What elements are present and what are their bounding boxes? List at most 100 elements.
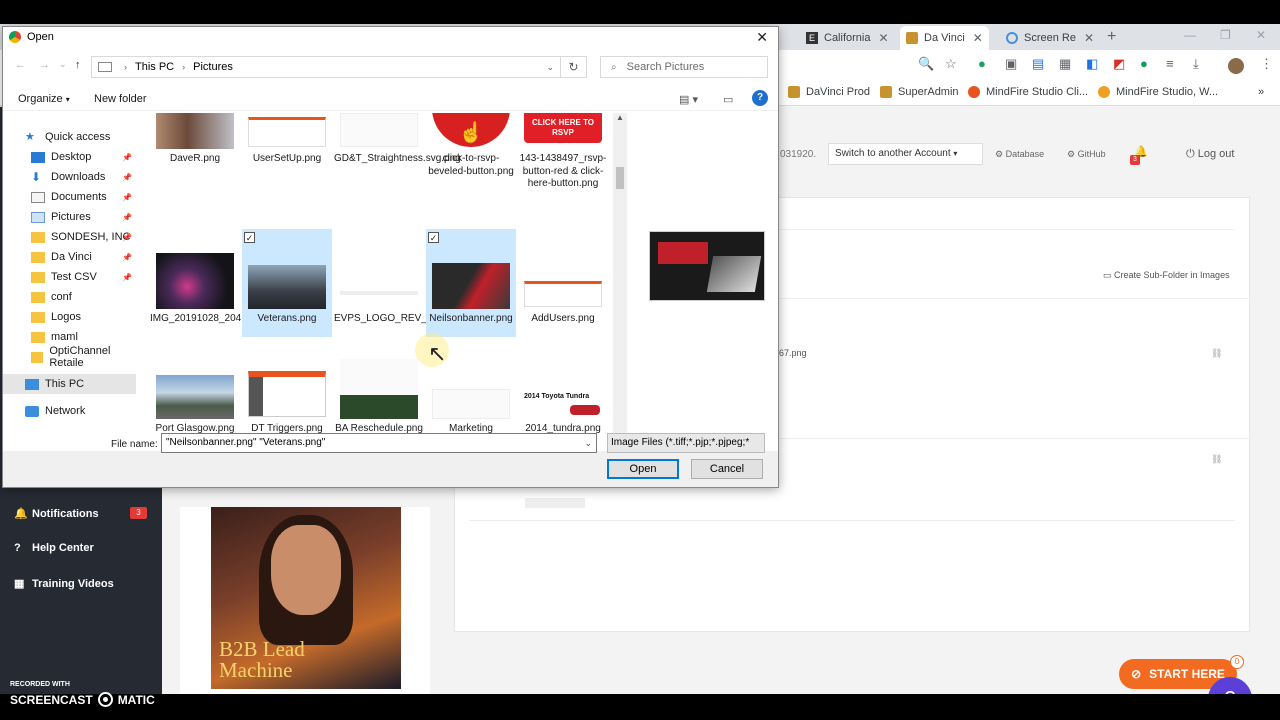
file-tile[interactable]: AddUsers.png bbox=[518, 229, 608, 337]
close-window-icon[interactable]: ✕ bbox=[1256, 28, 1266, 42]
database-link[interactable]: ⚙ Database bbox=[995, 149, 1044, 160]
github-link[interactable]: ⚙ GitHub bbox=[1067, 149, 1106, 160]
tab-screen-recorder[interactable]: Screen Re ✕ bbox=[1000, 26, 1100, 50]
new-tab-button[interactable]: + bbox=[1107, 28, 1116, 46]
file-tile[interactable]: UserSetUp.png bbox=[242, 113, 332, 221]
organize-button[interactable]: Organize ▾ bbox=[18, 93, 70, 105]
grammarly-icon[interactable]: ● bbox=[1140, 56, 1148, 71]
nav-network[interactable]: Network bbox=[3, 401, 136, 421]
bell-icon: 🔔 bbox=[14, 508, 28, 520]
bookmark-star-icon[interactable]: ☆ bbox=[945, 56, 957, 72]
file-tile[interactable]: DaveR.png bbox=[150, 113, 240, 221]
sidebar-item-notifications[interactable]: 🔔 Notifications bbox=[14, 507, 99, 521]
file-name-input[interactable]: "Neilsonbanner.png" "Veterans.png" ⌄ bbox=[161, 433, 597, 453]
chevron-down-icon[interactable]: ⌄ bbox=[584, 434, 592, 452]
pin-icon: 📌 bbox=[122, 252, 132, 262]
start-here-badge: 0 bbox=[1230, 655, 1244, 669]
new-folder-button[interactable]: New folder bbox=[94, 93, 147, 105]
scroll-up-icon[interactable]: ▲ bbox=[616, 113, 624, 122]
forward-icon[interactable]: → bbox=[39, 59, 50, 71]
help-icon[interactable]: ? bbox=[752, 90, 768, 106]
nav-pictures[interactable]: Pictures 📌 bbox=[3, 207, 136, 227]
close-tab-icon[interactable]: ✕ bbox=[1084, 31, 1094, 45]
file-type-value: Image Files (*.tiff;*.pjp;*.pjpeg;* bbox=[611, 437, 750, 448]
menu-icon[interactable]: ⋮ bbox=[1260, 56, 1273, 72]
bookmark-mindfire-w[interactable]: MindFire Studio, W... bbox=[1098, 86, 1218, 98]
breadcrumb-pictures[interactable]: Pictures bbox=[193, 61, 233, 73]
zoom-icon[interactable]: 🔍 bbox=[918, 56, 934, 72]
nav-documents[interactable]: Documents 📌 bbox=[3, 187, 136, 207]
recent-chevron-icon[interactable]: ⌄ bbox=[59, 59, 67, 70]
file-thumbnail[interactable] bbox=[525, 498, 585, 508]
nav-logos[interactable]: Logos bbox=[3, 307, 136, 327]
file-tile-selected[interactable]: ✓ Neilsonbanner.png bbox=[426, 229, 516, 337]
nav-desktop[interactable]: Desktop 📌 bbox=[3, 147, 136, 167]
create-subfolder-link[interactable]: ▭ Create Sub-Folder in Images bbox=[1103, 270, 1230, 281]
nav-label: Pictures bbox=[51, 211, 91, 223]
up-icon[interactable]: ↑ bbox=[75, 59, 81, 71]
more-bookmarks-icon[interactable]: » bbox=[1258, 86, 1264, 98]
checkbox-checked[interactable]: ✓ bbox=[428, 232, 439, 243]
view-icon[interactable]: ▤ ▾ bbox=[679, 93, 698, 106]
extension-icon[interactable]: ◩ bbox=[1113, 56, 1125, 72]
address-bar[interactable]: › This PC › Pictures ⌄ bbox=[91, 56, 561, 78]
logout-link[interactable]: ⏻ Log out bbox=[1186, 148, 1234, 161]
promo-card[interactable]: B2B Lead Machine bbox=[180, 507, 430, 694]
nav-quick-access[interactable]: ★ Quick access bbox=[3, 127, 136, 147]
list-icon[interactable]: ≡ bbox=[1166, 56, 1174, 71]
nav-label: maml bbox=[51, 331, 78, 343]
nav-conf[interactable]: conf bbox=[3, 287, 136, 307]
file-tile[interactable]: EVPS_LOGO_REV_Small.png bbox=[334, 229, 471, 337]
open-button[interactable]: Open bbox=[607, 459, 679, 479]
download-icon[interactable]: ⤓ bbox=[1193, 56, 1199, 72]
sidebar-item-help-center[interactable]: ? Help Center bbox=[14, 542, 94, 554]
cancel-button[interactable]: Cancel bbox=[691, 459, 763, 479]
file-tile-selected[interactable]: ✓ Veterans.png bbox=[242, 229, 332, 337]
restore-icon[interactable]: ❐ bbox=[1220, 28, 1231, 42]
file-name: Veterans.png bbox=[257, 313, 317, 324]
file-tile[interactable]: GD&T_Straightness.svg.png bbox=[334, 113, 461, 221]
search-input[interactable]: ⌕ Search Pictures bbox=[600, 56, 768, 78]
breadcrumb-this-pc[interactable]: This PC bbox=[135, 61, 174, 73]
nav-optichannel[interactable]: OptiChannel Retaile bbox=[3, 345, 136, 369]
close-tab-icon[interactable]: ✕ bbox=[878, 31, 888, 45]
extension-icon[interactable]: ● bbox=[978, 56, 986, 71]
file-tile[interactable]: CLICK HERE TO RSVP 143-1438497_rsvp-butt… bbox=[518, 113, 608, 221]
extension-icon[interactable]: ▣ bbox=[1005, 56, 1017, 72]
file-type-select[interactable]: Image Files (*.tiff;*.pjp;*.pjpeg;* bbox=[607, 433, 765, 453]
preview-pane-icon[interactable]: ▭ bbox=[723, 93, 733, 106]
tundra-thumbnail-text: 2014 Toyota Tundra bbox=[524, 393, 590, 400]
refresh-icon[interactable]: ↻ bbox=[561, 56, 587, 78]
file-list-scrollbar[interactable]: ▲ ▼ bbox=[613, 113, 627, 449]
tab-california[interactable]: E California ✕ bbox=[800, 26, 895, 50]
file-name: click-to-rsvp-beveled-button.png bbox=[428, 153, 514, 177]
link-icon[interactable]: ⛓ bbox=[1211, 348, 1222, 359]
nav-maml[interactable]: maml bbox=[3, 327, 136, 347]
minimize-icon[interactable]: — bbox=[1184, 28, 1196, 42]
nav-davinci[interactable]: Da Vinci 📌 bbox=[3, 247, 136, 267]
link-icon[interactable]: ⛓ bbox=[1211, 454, 1222, 465]
nav-sondesh[interactable]: SONDESH, INC 📌 bbox=[3, 227, 136, 247]
tab-davinci[interactable]: Da Vinci ✕ bbox=[900, 26, 989, 50]
file-tile[interactable]: ☝ click-to-rsvp-beveled-button.png bbox=[426, 113, 516, 221]
checkbox-checked[interactable]: ✓ bbox=[244, 232, 255, 243]
sidebar-item-training-videos[interactable]: ▦ Training Videos bbox=[14, 577, 114, 591]
nav-test-csv[interactable]: Test CSV 📌 bbox=[3, 267, 136, 287]
file-tile[interactable]: IMG_20191028_204120.jpg bbox=[150, 229, 274, 337]
scrollbar-thumb[interactable] bbox=[616, 167, 624, 189]
avatar[interactable] bbox=[1228, 58, 1244, 74]
switch-account-select[interactable]: Switch to another Account ▾ bbox=[828, 143, 983, 165]
close-tab-icon[interactable]: ✕ bbox=[973, 31, 983, 45]
extension-icon[interactable]: ◧ bbox=[1086, 56, 1098, 72]
bookmark-superadmin[interactable]: SuperAdmin bbox=[880, 86, 959, 98]
bookmark-davinci-prod[interactable]: DaVinci Prod bbox=[788, 86, 870, 98]
chevron-down-icon[interactable]: ⌄ bbox=[546, 62, 554, 73]
back-icon[interactable]: ← bbox=[15, 59, 26, 71]
dialog-close-icon[interactable]: ✕ bbox=[756, 29, 768, 46]
nav-this-pc[interactable]: This PC bbox=[3, 374, 136, 394]
screencast-logo-icon bbox=[97, 692, 113, 707]
bookmark-mindfire-cli[interactable]: MindFire Studio Cli... bbox=[968, 86, 1088, 98]
nav-downloads[interactable]: ⬇ Downloads 📌 bbox=[3, 167, 136, 187]
extension-icon[interactable]: ▦ bbox=[1059, 56, 1071, 72]
extension-icon[interactable]: ▤ bbox=[1032, 56, 1044, 72]
